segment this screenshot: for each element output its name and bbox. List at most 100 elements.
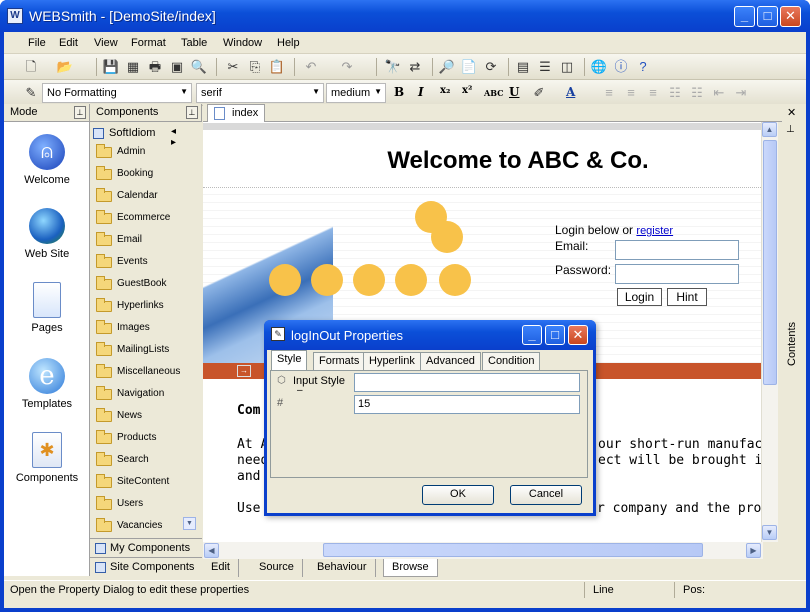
view-tab-browse[interactable]: Browse bbox=[383, 559, 438, 577]
italic-icon[interactable]: I bbox=[418, 85, 424, 99]
columns-icon[interactable]: ◫ bbox=[558, 58, 576, 76]
dialog-maximize-button[interactable]: □ bbox=[545, 325, 565, 345]
login-button[interactable]: Login bbox=[617, 288, 662, 306]
align-left-icon[interactable]: ≡ bbox=[600, 84, 618, 102]
my-components-tab[interactable]: My Components bbox=[90, 538, 202, 558]
dialog-tab-hyperlink[interactable]: Hyperlink bbox=[363, 352, 421, 370]
cancel-button[interactable]: Cancel bbox=[510, 485, 582, 505]
menu-help[interactable]: Help bbox=[277, 37, 300, 49]
paste-icon[interactable]: 📋 bbox=[268, 58, 286, 76]
vertical-scroll-thumb[interactable] bbox=[763, 140, 777, 385]
spellcheck-icon[interactable]: 🔎 bbox=[438, 58, 456, 76]
close-button[interactable]: ✕ bbox=[780, 6, 801, 27]
pin-icon[interactable]: ⊥ bbox=[186, 106, 198, 119]
password-field[interactable] bbox=[615, 264, 739, 284]
superscript-icon[interactable]: x² bbox=[462, 85, 472, 96]
folder-icon bbox=[96, 232, 112, 246]
underline-icon[interactable]: U bbox=[509, 85, 519, 99]
refresh-icon[interactable]: ⟳ bbox=[482, 58, 500, 76]
site-components-tab[interactable]: Site Components bbox=[90, 557, 202, 577]
cut-icon[interactable]: ✂ bbox=[224, 58, 242, 76]
style-select[interactable]: No Formatting ▼ bbox=[42, 83, 192, 103]
view-tab-edit[interactable]: Edit bbox=[203, 559, 239, 577]
menu-window[interactable]: Window bbox=[223, 37, 262, 49]
highlight-icon[interactable]: ✐ bbox=[530, 84, 548, 102]
find-icon[interactable]: 🔭 bbox=[384, 58, 402, 76]
register-link[interactable]: register bbox=[636, 225, 673, 237]
hint-button[interactable]: Hint bbox=[667, 288, 707, 306]
components-panel: Components ⊥ SoftIdiom ◂ ▸ Admin Booking C… bbox=[90, 104, 202, 577]
minimize-button[interactable]: _ bbox=[734, 6, 755, 27]
print-icon[interactable]: 🖶 bbox=[146, 58, 164, 76]
dialog-tab-style[interactable]: Style bbox=[271, 350, 308, 371]
align-center-icon[interactable]: ≡ bbox=[622, 84, 640, 102]
horizontal-scrollbar[interactable]: ◀ ▶ bbox=[203, 542, 763, 559]
mode-components[interactable]: ✱ Components bbox=[4, 432, 90, 484]
publish-icon[interactable]: ▣ bbox=[168, 58, 186, 76]
outdent-icon[interactable]: ⇤ bbox=[710, 84, 728, 102]
save-icon[interactable]: 💾 bbox=[102, 58, 120, 76]
maximize-button[interactable]: □ bbox=[757, 6, 778, 27]
layout-icon[interactable]: ▤ bbox=[514, 58, 532, 76]
nav-arrows-icon[interactable]: ◂ ▸ bbox=[171, 126, 176, 148]
preview-icon[interactable]: 🔍 bbox=[190, 58, 208, 76]
size-field[interactable]: 15 bbox=[354, 395, 580, 414]
mode-web-site[interactable]: Web Site bbox=[4, 208, 90, 260]
mode-templates[interactable]: e Templates bbox=[4, 358, 90, 410]
redo-icon[interactable]: ↷ bbox=[338, 58, 356, 76]
bullet-list-icon[interactable]: ☷ bbox=[688, 84, 706, 102]
mode-pages[interactable]: Pages bbox=[4, 282, 90, 334]
strikethrough-icon[interactable]: ABC bbox=[484, 88, 503, 98]
dialog-tab-advanced[interactable]: Advanced bbox=[420, 352, 481, 370]
numbered-list-icon[interactable]: ☷ bbox=[666, 84, 684, 102]
rows-icon[interactable]: ☰ bbox=[536, 58, 554, 76]
replace-icon[interactable]: ⇄ bbox=[406, 58, 424, 76]
web-icon[interactable]: 🌐 bbox=[590, 58, 608, 76]
undo-icon[interactable]: ↶ bbox=[302, 58, 320, 76]
close-editor-icon[interactable]: ✕ bbox=[787, 106, 796, 119]
menu-table[interactable]: Table bbox=[181, 37, 207, 49]
align-right-icon[interactable]: ≡ bbox=[644, 84, 662, 102]
font-color-icon[interactable]: A bbox=[566, 85, 575, 99]
menu-format[interactable]: Format bbox=[131, 37, 166, 49]
menu-view[interactable]: View bbox=[94, 37, 118, 49]
format-painter-icon[interactable]: ✎ bbox=[22, 84, 40, 102]
scroll-up-button[interactable]: ▲ bbox=[762, 122, 777, 137]
vertical-scrollbar[interactable]: ▲ ▼ bbox=[761, 122, 778, 542]
subscript-icon[interactable]: x₂ bbox=[440, 85, 450, 96]
menu-file[interactable]: File bbox=[28, 37, 46, 49]
scroll-down-button[interactable]: ▼ bbox=[762, 525, 777, 540]
pin-icon[interactable]: ⊥ bbox=[74, 106, 86, 119]
bold-icon[interactable]: B bbox=[394, 85, 404, 99]
input-style-field[interactable] bbox=[354, 373, 580, 392]
email-field[interactable] bbox=[615, 240, 739, 260]
scroll-right-button[interactable]: ▶ bbox=[746, 543, 761, 558]
copy-icon[interactable]: ⎘ bbox=[246, 58, 264, 76]
menu-edit[interactable]: Edit bbox=[59, 37, 78, 49]
view-tab-source[interactable]: Source bbox=[251, 559, 303, 577]
font-select[interactable]: serif ▼ bbox=[196, 83, 324, 103]
dialog-tab-formats[interactable]: Formats bbox=[313, 352, 366, 370]
view-tab-behaviour[interactable]: Behaviour bbox=[309, 559, 376, 577]
tab-index[interactable]: index bbox=[207, 104, 265, 122]
indent-icon[interactable]: ⇥ bbox=[732, 84, 750, 102]
dialog-title: logInOut Properties bbox=[291, 328, 404, 343]
new-icon[interactable]: 🗋 bbox=[22, 58, 40, 76]
validate-icon[interactable]: 📄 bbox=[460, 58, 478, 76]
nav-arrow-icon[interactable]: → bbox=[237, 365, 251, 377]
ok-button[interactable]: OK bbox=[422, 485, 494, 505]
dialog-close-button[interactable]: ✕ bbox=[568, 325, 588, 345]
contents-tab[interactable]: Contents bbox=[786, 322, 798, 366]
dialog-tab-condition[interactable]: Condition bbox=[482, 352, 541, 370]
open-icon[interactable]: 📂 bbox=[56, 58, 74, 76]
info-icon[interactable]: ⓘ bbox=[612, 58, 630, 76]
horizontal-scroll-thumb[interactable] bbox=[323, 543, 703, 557]
size-select[interactable]: medium ▼ bbox=[326, 83, 386, 103]
save-all-icon[interactable]: ▦ bbox=[124, 58, 142, 76]
pin-icon[interactable]: ⊥ bbox=[786, 124, 795, 135]
dialog-minimize-button[interactable]: _ bbox=[522, 325, 542, 345]
scroll-left-button[interactable]: ◀ bbox=[204, 543, 219, 558]
help-icon[interactable]: ? bbox=[634, 58, 652, 76]
tree-scroll-down-button[interactable]: ▼ bbox=[183, 517, 196, 530]
mode-welcome[interactable]: ⍝ Welcome bbox=[4, 134, 90, 186]
